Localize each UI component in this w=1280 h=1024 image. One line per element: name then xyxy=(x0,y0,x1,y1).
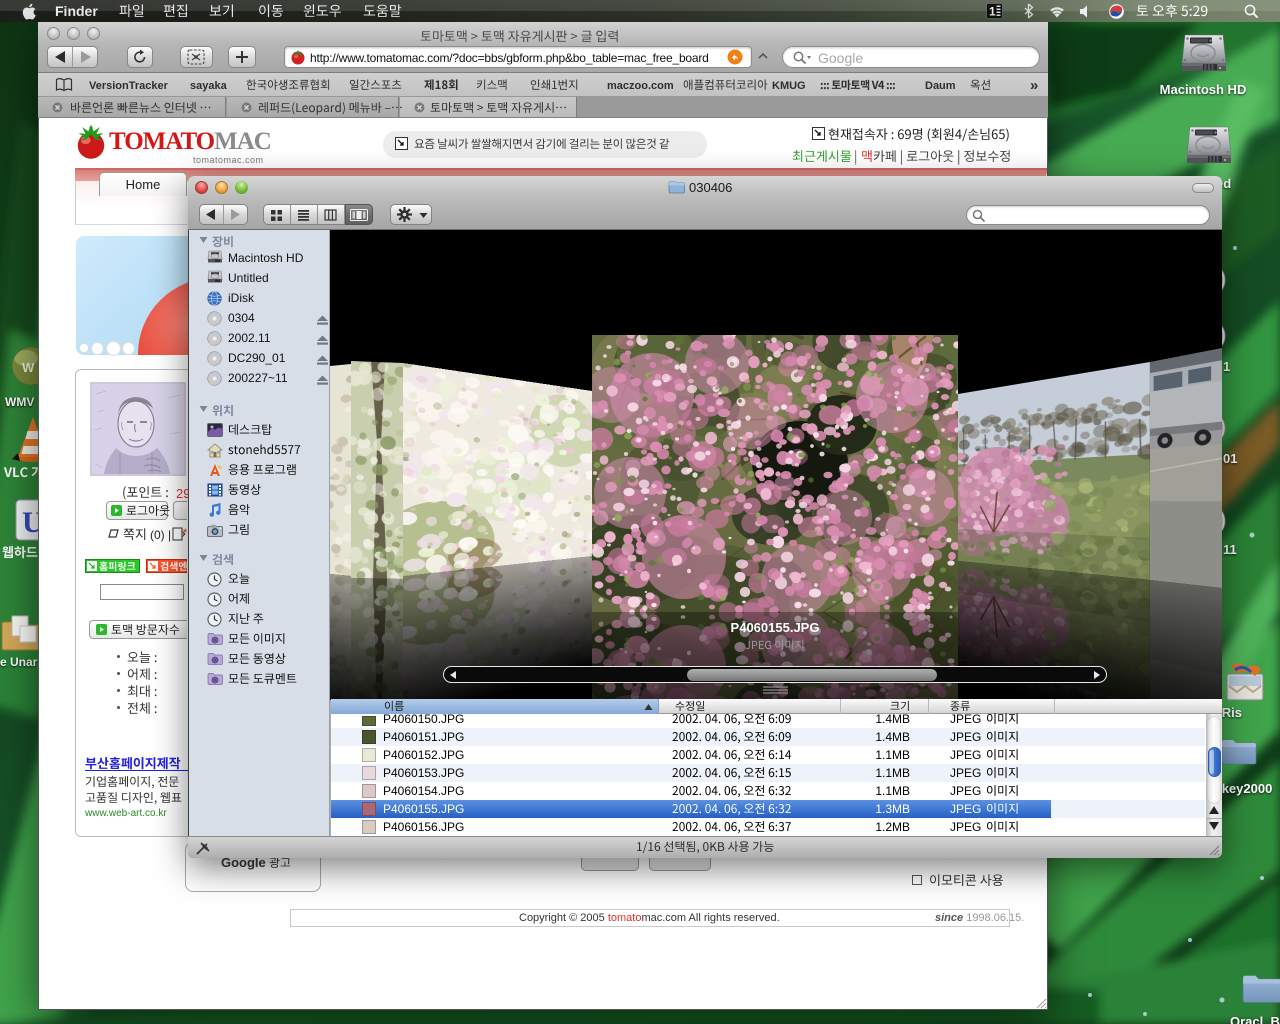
svg-text:W: W xyxy=(22,360,35,375)
svg-text:1: 1 xyxy=(989,5,996,19)
